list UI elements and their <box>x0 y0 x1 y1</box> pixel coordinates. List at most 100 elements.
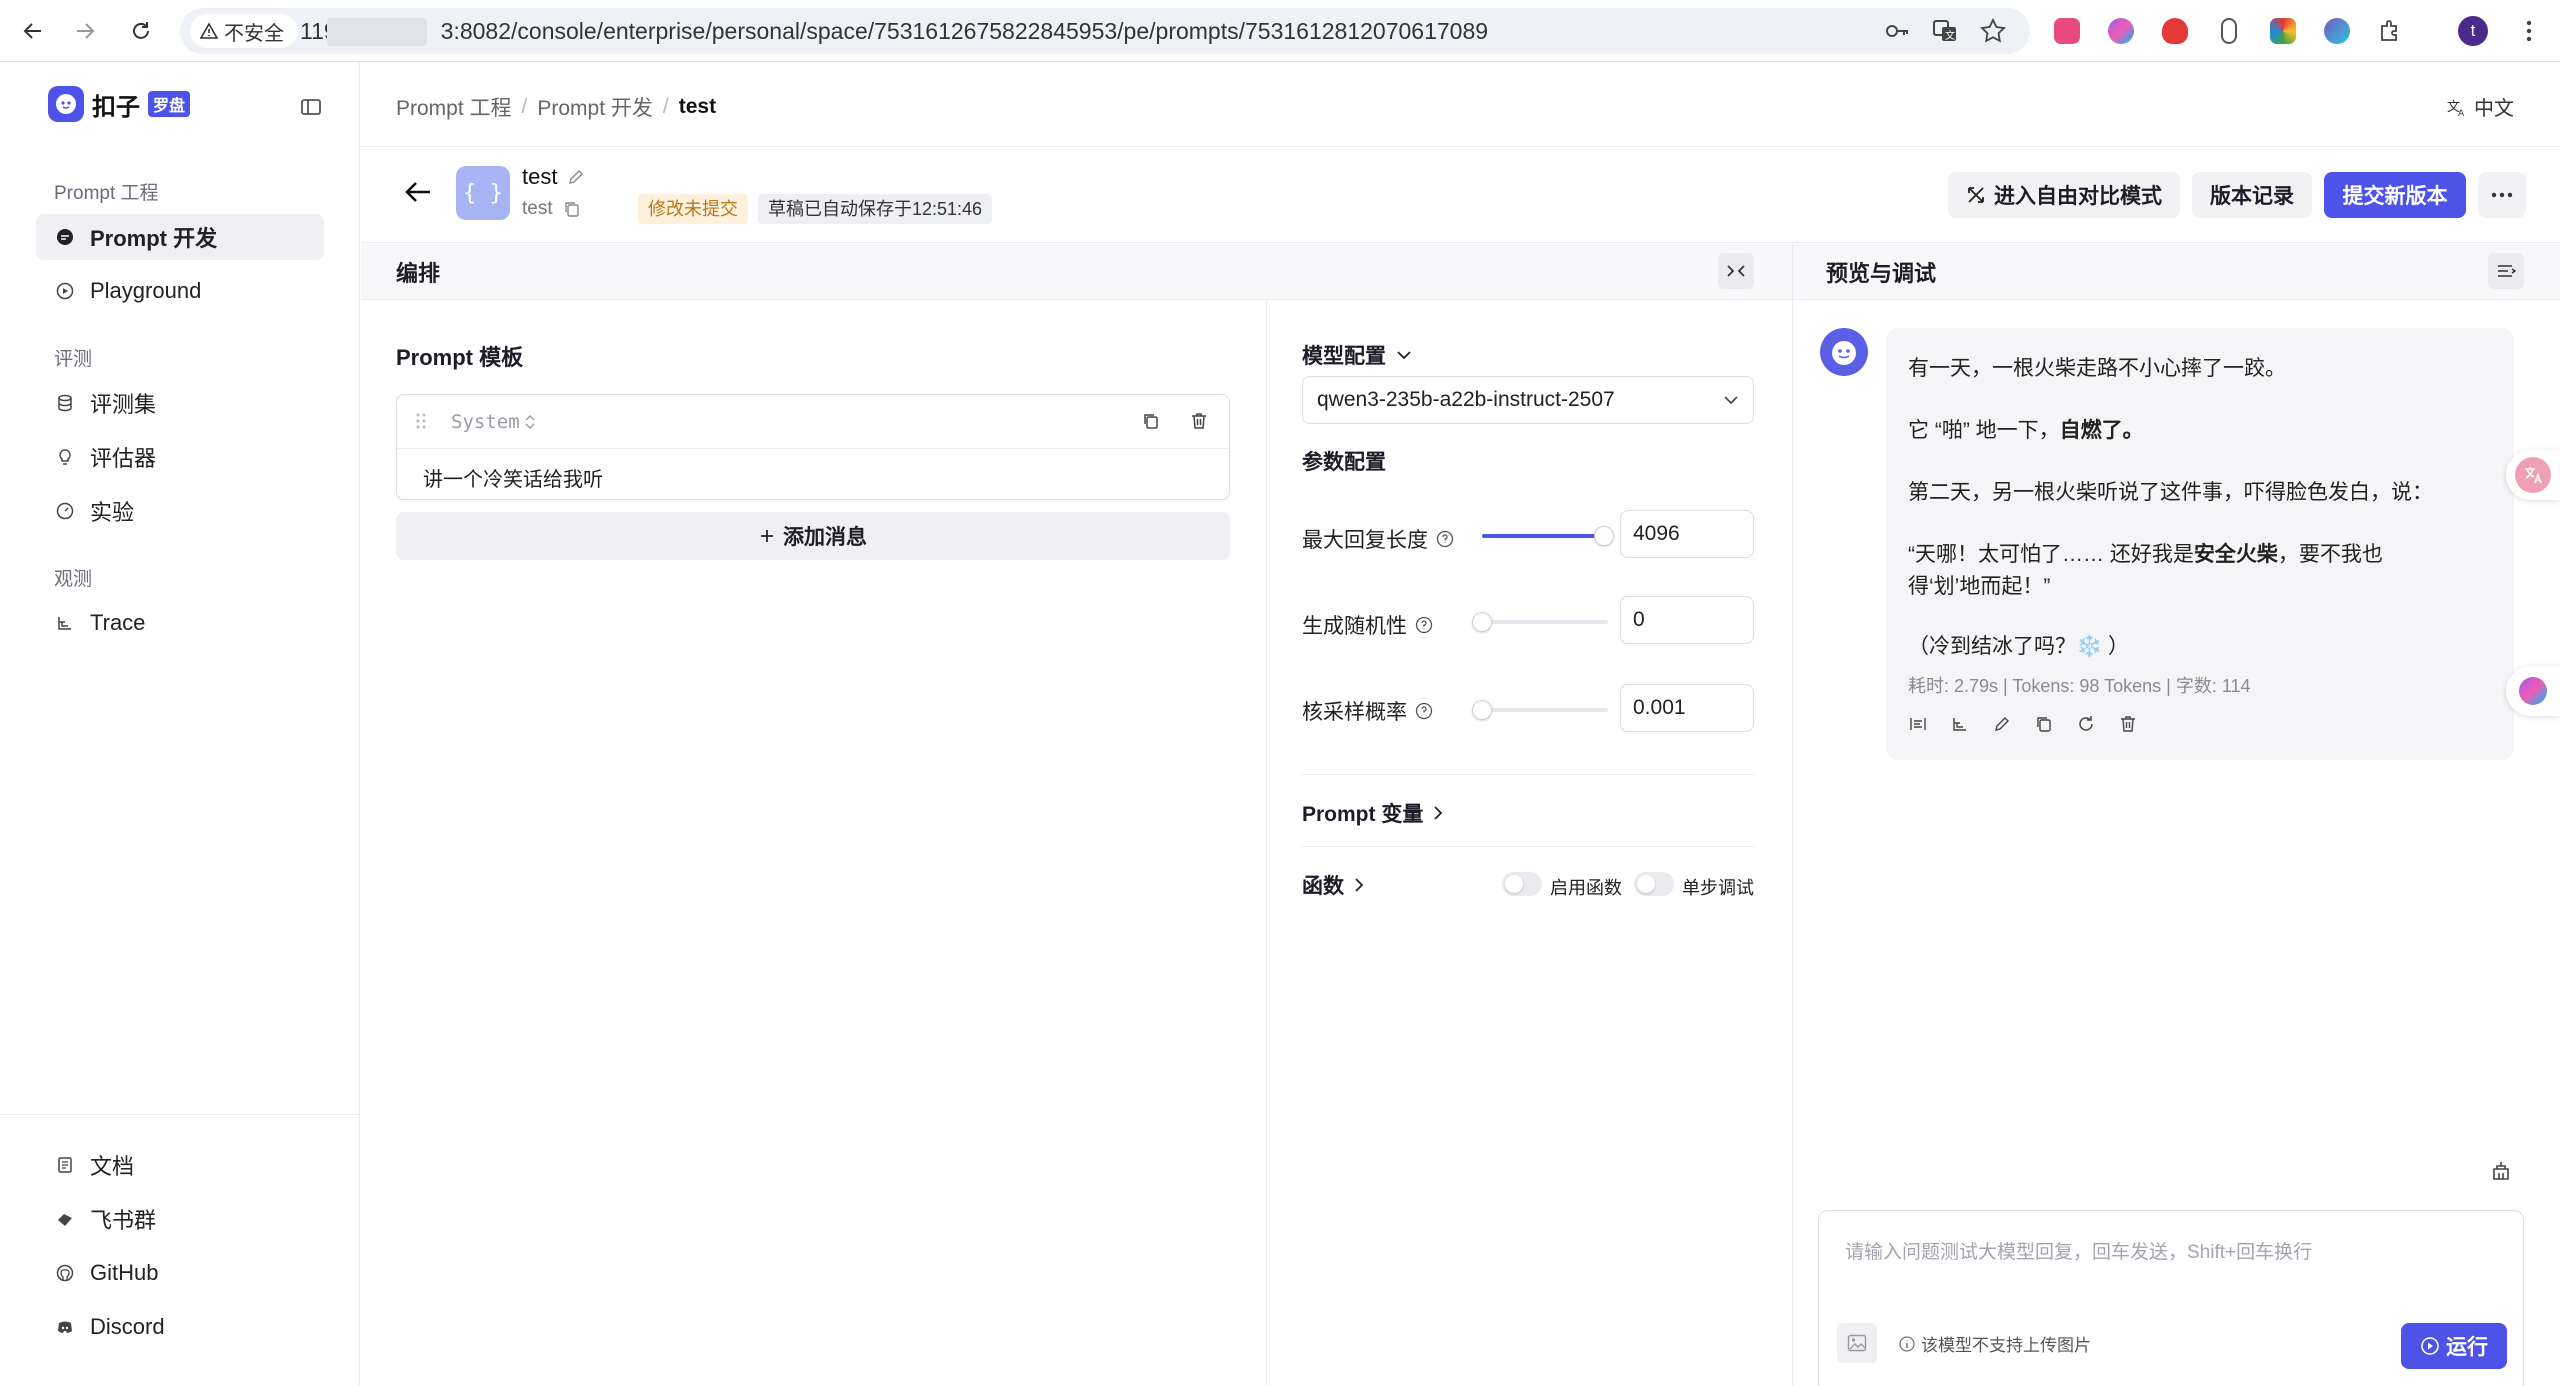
config-divider <box>1302 774 1754 775</box>
extension-shield-icon[interactable] <box>2158 14 2192 48</box>
extensions-puzzle-icon[interactable] <box>2374 14 2408 48</box>
logo-icon <box>48 86 84 122</box>
prompt-variables-header[interactable]: Prompt 变量 <box>1302 798 1443 828</box>
sidebar-item-playground[interactable]: Playground <box>36 268 324 314</box>
sidebar-item-experiments[interactable]: 实验 <box>36 488 324 534</box>
slider-handle[interactable] <box>1472 612 1492 632</box>
extension-translate-icon[interactable] <box>2050 14 2084 48</box>
max-tokens-slider[interactable] <box>1482 526 1615 546</box>
response-line: 有一天，一根火柴走路不小心摔了一跤。 <box>1908 357 2286 380</box>
preview-debug-title: 预览与调试 <box>1826 261 1937 286</box>
compare-mode-button[interactable]: 进入自由对比模式 <box>1948 172 2180 218</box>
response-line: 它 “啪” 地一下，自燃了。 <box>1908 419 2144 442</box>
slider-handle[interactable] <box>1594 526 1615 546</box>
slider-handle[interactable] <box>1472 700 1492 720</box>
sidebar-item-trace[interactable]: Trace <box>36 600 324 646</box>
sidebar-item-datasets[interactable]: 评测集 <box>36 380 324 426</box>
sidebar-item-label: 评估器 <box>90 446 157 471</box>
extension-gem-icon[interactable] <box>2320 14 2354 48</box>
response-stats: 耗时: 2.79s | Tokens: 98 Tokens | 字数: 114 <box>1908 676 2251 696</box>
edit-icon[interactable] <box>1992 714 2012 734</box>
forward-nav-icon[interactable] <box>68 14 102 48</box>
profile-avatar[interactable]: t <box>2456 14 2490 48</box>
run-button[interactable]: 运行 <box>2401 1323 2507 1369</box>
chat-input-box[interactable]: 请输入问题测试大模型回复，回车发送，Shift+回车换行 该模型不支持上传图片 … <box>1818 1210 2524 1386</box>
clear-chat-icon[interactable] <box>2490 1160 2516 1186</box>
model-select[interactable]: qwen3-235b-a22b-instruct-2507 <box>1302 376 1754 424</box>
sidebar-item-evaluators[interactable]: 评估器 <box>36 434 324 480</box>
toggle-knob <box>1505 875 1523 893</box>
breadcrumb-item[interactable]: Prompt 工程 <box>396 92 512 122</box>
response-line: 得‘划’地而起！” <box>1908 575 2051 598</box>
sidebar-item-discord[interactable]: Discord <box>36 1304 324 1350</box>
chat-input-placeholder[interactable]: 请输入问题测试大模型回复，回车发送，Shift+回车换行 <box>1845 1237 2312 1264</box>
svg-text:A: A <box>2458 109 2465 118</box>
max-tokens-input[interactable]: 4096 <box>1620 510 1754 558</box>
breadcrumb-item[interactable]: Prompt 开发 <box>537 92 653 122</box>
floating-assistant-button[interactable] <box>2506 666 2560 716</box>
help-icon[interactable] <box>1436 530 1454 548</box>
info-icon <box>1899 1335 1915 1352</box>
top-p-input[interactable]: 0.001 <box>1620 684 1754 732</box>
collapse-panel-button[interactable] <box>1718 253 1754 289</box>
url-redaction <box>327 18 427 46</box>
bulb-icon <box>54 446 76 468</box>
sidebar-item-feishu[interactable]: 飞书群 <box>36 1196 324 1242</box>
key-icon[interactable] <box>1880 14 1914 48</box>
copy-message-icon[interactable] <box>1141 411 1161 431</box>
profile-initial: t <box>2458 16 2488 46</box>
temperature-input[interactable]: 0 <box>1620 596 1754 644</box>
top-p-slider[interactable] <box>1472 700 1608 720</box>
browser-menu-icon[interactable] <box>2512 14 2546 48</box>
reload-icon[interactable] <box>124 14 158 48</box>
brand-logo[interactable]: 扣子 罗盘 <box>48 86 191 122</box>
help-icon[interactable] <box>1415 616 1433 634</box>
bookmark-star-icon[interactable] <box>1976 14 2010 48</box>
copy-icon[interactable] <box>2034 714 2054 734</box>
extension-brain-icon[interactable] <box>2104 14 2138 48</box>
delete-icon[interactable] <box>2118 714 2138 734</box>
chat-bubble-icon <box>54 226 76 248</box>
upload-image-button[interactable] <box>1837 1323 1877 1363</box>
back-nav-icon[interactable] <box>16 14 50 48</box>
message-content[interactable]: 讲一个冷笑话给我听 <box>423 463 603 492</box>
language-switch[interactable]: 文A 中文 <box>2446 92 2514 121</box>
temperature-slider[interactable] <box>1472 612 1608 632</box>
trace-detail-icon[interactable] <box>1908 714 1928 734</box>
help-icon[interactable] <box>1415 702 1433 720</box>
model-config-header[interactable]: 模型配置 <box>1302 340 1412 370</box>
functions-header[interactable]: 函数 <box>1302 870 1364 900</box>
security-chip[interactable]: 不安全 <box>190 14 298 48</box>
branch-icon[interactable] <box>1950 714 1970 734</box>
no-image-note: 该模型不支持上传图片 <box>1899 1331 2091 1356</box>
back-arrow-icon[interactable] <box>402 176 438 212</box>
submit-version-button[interactable]: 提交新版本 <box>2324 172 2466 218</box>
sidebar-item-docs[interactable]: 文档 <box>36 1142 324 1188</box>
sidebar-item-github[interactable]: GitHub <box>36 1250 324 1296</box>
more-options-button[interactable] <box>2478 172 2526 218</box>
copy-icon[interactable] <box>563 200 581 218</box>
step-debug-toggle[interactable] <box>1634 872 1674 896</box>
prompt-name: test <box>522 164 585 190</box>
feishu-icon <box>54 1208 76 1230</box>
extension-camera-icon[interactable] <box>2266 14 2300 48</box>
message-role-select[interactable]: System <box>451 411 536 433</box>
sidebar-item-label: Playground <box>90 278 202 303</box>
drag-handle-icon[interactable] <box>415 411 427 431</box>
extension-mouse-icon[interactable] <box>2212 14 2246 48</box>
sidebar-toggle-icon[interactable] <box>300 96 326 122</box>
preview-menu-button[interactable] <box>2488 253 2524 289</box>
status-badge-uncommitted: 修改未提交 <box>638 194 748 224</box>
version-history-button[interactable]: 版本记录 <box>2192 172 2312 218</box>
floating-translate-button[interactable] <box>2506 450 2560 500</box>
edit-pencil-icon[interactable] <box>567 168 585 186</box>
delete-message-icon[interactable] <box>1189 411 1209 431</box>
step-debug-label: 单步调试 <box>1682 878 1754 898</box>
translate-icon[interactable]: 文 <box>1928 14 1962 48</box>
sidebar-item-label: GitHub <box>90 1260 159 1285</box>
add-message-button[interactable]: 添加消息 <box>396 512 1230 560</box>
sidebar-item-prompt-dev[interactable]: Prompt 开发 <box>36 214 324 260</box>
regenerate-icon[interactable] <box>2076 714 2096 734</box>
toggle-knob <box>1637 875 1655 893</box>
enable-functions-toggle[interactable] <box>1502 872 1542 896</box>
